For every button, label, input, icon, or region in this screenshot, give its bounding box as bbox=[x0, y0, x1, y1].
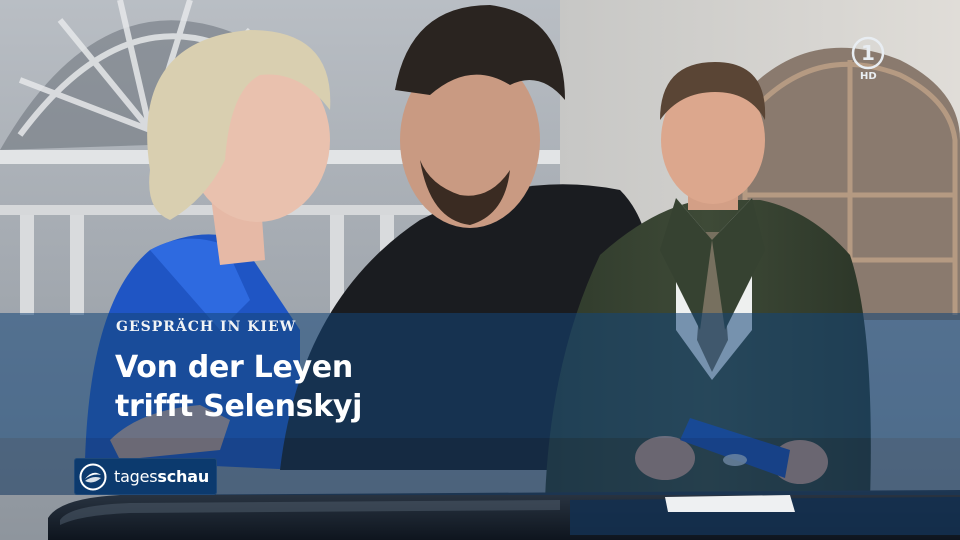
brand-wordmark: tagesschau bbox=[114, 467, 210, 486]
ard-das-erste-logo-icon: 1 bbox=[851, 36, 885, 70]
channel-mark: 1 bbox=[861, 41, 875, 65]
tagesschau-logo-icon bbox=[79, 463, 107, 490]
news-kicker: GESPRÄCH IN KIEW bbox=[116, 319, 297, 335]
headline-line-2: trifft Selenskyj bbox=[115, 389, 363, 424]
news-headline: Von der Leyen trifft Selenskyj bbox=[115, 348, 362, 426]
hd-label: HD bbox=[860, 71, 877, 82]
channel-logo: 1 HD bbox=[848, 36, 888, 84]
tagesschau-brand-box: tagesschau bbox=[74, 458, 217, 495]
headline-line-1: Von der Leyen bbox=[115, 350, 353, 385]
